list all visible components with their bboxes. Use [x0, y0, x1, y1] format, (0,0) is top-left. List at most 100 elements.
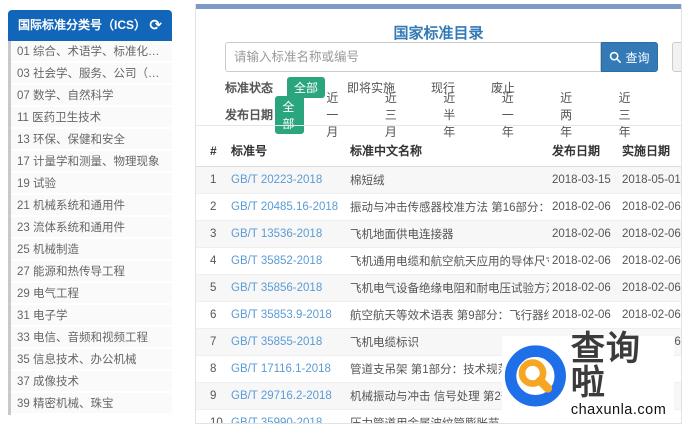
standard-name-cell: 飞机通用电缆和航空航天应用的导体尺寸…	[350, 256, 549, 268]
sidebar-list: 01 综合、术语学、标准化、文献03 社会学、服务、公司（企业）的…07 数学、…	[8, 41, 172, 415]
filter-divider	[196, 125, 681, 126]
sidebar-item[interactable]: 01 综合、术语学、标准化、文献	[11, 41, 172, 63]
publish-date-cell: 2018-02-06	[552, 282, 611, 294]
search-button-label: 查询	[625, 50, 650, 65]
publish-date-cell: 2018-02-06	[552, 309, 611, 321]
search-icon	[610, 51, 622, 63]
sidebar-item[interactable]: 29 电气工程	[11, 283, 172, 305]
sidebar-item[interactable]: 13 环保、保健和安全	[11, 129, 172, 151]
sidebar-item[interactable]: 25 机械制造	[11, 239, 172, 261]
standard-number-link[interactable]: GB/T 35990-2018	[231, 417, 322, 423]
filter-option[interactable]: 近三月	[378, 87, 414, 142]
implement-date-cell: 2018-02-06	[622, 309, 681, 321]
standard-number-cell: GB/T 20223-2018	[228, 167, 347, 194]
filter-row-date: 发布日期 全部 近一月 近三月 近半年 近一年 近两年 近三年	[225, 91, 670, 139]
row-index-cell: 2	[210, 201, 217, 213]
standard-name-cell: 飞机电气设备绝缘电阻和耐电压试验方法	[350, 283, 549, 295]
sidebar-item[interactable]: 39 精密机械、珠宝	[11, 393, 172, 415]
watermark: 查询啦 chaxunla.com	[502, 332, 674, 418]
sidebar-item[interactable]: 11 医药卫生技术	[11, 107, 172, 129]
sidebar-header: 国际标准分类号（ICS） ⟳	[8, 10, 172, 41]
sidebar-item[interactable]: 23 流体系统和通用件	[11, 217, 172, 239]
row-index-cell: 7	[210, 336, 217, 348]
sidebar-item[interactable]: 31 电子学	[11, 305, 172, 327]
row-index-cell: 4	[210, 255, 217, 267]
page-title: 国家标准目录	[393, 25, 484, 42]
filter-option[interactable]: 近一月	[319, 87, 355, 142]
standard-number-cell: GB/T 13536-2018	[228, 221, 347, 248]
standard-number-link[interactable]: GB/T 20485.16-2018	[231, 201, 338, 213]
table-row: 1 GB/T 20223-2018 棉短绒 2018-03-15 2018-05-01	[196, 166, 681, 194]
table-header-cell: 标准中文名称	[347, 135, 549, 167]
standard-number-cell: GB/T 17116.1-2018	[228, 356, 347, 383]
publish-date-cell: 2018-03-15	[552, 174, 611, 186]
filter-label: 发布日期	[225, 108, 274, 122]
implement-date-cell: 2018-05-01	[622, 174, 681, 186]
panel-top-accent	[196, 4, 681, 9]
advanced-search-button[interactable]: 高级查询	[672, 42, 681, 72]
standard-name-cell: 棉短绒	[350, 175, 385, 187]
table-header-cell: #	[196, 135, 228, 167]
standard-number-link[interactable]: GB/T 13536-2018	[231, 228, 322, 240]
standard-number-link[interactable]: GB/T 17116.1-2018	[231, 363, 331, 375]
standard-name-cell: 振动与冲击传感器校准方法 第16部分：地…	[350, 202, 549, 214]
standard-number-link[interactable]: GB/T 35853.9-2018	[231, 309, 332, 321]
implement-date-cell: 2018-02-06	[622, 255, 681, 267]
sidebar-title: 国际标准分类号（ICS）	[18, 18, 147, 32]
sidebar-item[interactable]: 35 信息技术、办公机械	[11, 349, 172, 371]
standard-number-cell: GB/T 35856-2018	[228, 275, 347, 302]
row-index-cell: 3	[210, 228, 217, 240]
filters: 标准状态 全部 即将实施 现行 废止 发布日期 全部 近一月 近三月 近半年 近一年 近两年 近三…	[225, 76, 670, 139]
standard-number-link[interactable]: GB/T 35852-2018	[231, 255, 322, 267]
standard-name-cell: 航空航天等效术语表 第9部分：飞行器结构	[350, 310, 549, 322]
table-row: 2 GB/T 20485.16-2018 振动与冲击传感器校准方法 第16部分：地……	[196, 193, 681, 221]
standard-number-cell: GB/T 20485.16-2018	[228, 194, 347, 221]
table-row: 4 GB/T 35852-2018 飞机通用电缆和航空航天应用的导体尺寸… 2018-…	[196, 247, 681, 275]
filter-option[interactable]: 全部	[275, 95, 305, 134]
standard-number-link[interactable]: GB/T 20223-2018	[231, 174, 322, 186]
standard-number-cell: GB/T 35853.9-2018	[228, 302, 347, 329]
implement-date-cell: 2018-02-06	[622, 201, 681, 213]
row-index-cell: 8	[210, 363, 217, 375]
implement-date-cell: 2018-02-06	[622, 228, 681, 240]
standard-name-cell: 飞机地面供电连接器	[350, 229, 454, 241]
filter-option[interactable]: 近三年	[612, 87, 648, 142]
search-button[interactable]: 查询	[601, 42, 658, 72]
publish-date-cell: 2018-02-06	[552, 201, 611, 213]
sidebar-item[interactable]: 37 成像技术	[11, 371, 172, 393]
standard-number-cell: GB/T 35852-2018	[228, 248, 347, 275]
standard-number-link[interactable]: GB/T 35856-2018	[231, 282, 322, 294]
row-index-cell: 1	[210, 174, 217, 186]
table-header-cell: 标准号	[228, 135, 347, 167]
sidebar-item[interactable]: 33 电信、音频和视频工程	[11, 327, 172, 349]
filter-options: 全部 近一月 近三月 近半年 近一年 近两年 近三年	[275, 87, 670, 142]
sidebar-item[interactable]: 07 数学、自然科学	[11, 85, 172, 107]
standard-number-link[interactable]: GB/T 35855-2018	[231, 336, 322, 348]
sidebar-item[interactable]: 17 计量学和测量、物理现象	[11, 151, 172, 173]
table-row: 6 GB/T 35853.9-2018 航空航天等效术语表 第9部分：飞行器结构 20…	[196, 301, 681, 329]
search-input[interactable]	[225, 42, 601, 72]
publish-date-cell: 2018-02-06	[552, 228, 611, 240]
standard-number-link[interactable]: GB/T 29716.2-2018	[231, 390, 332, 402]
filter-option[interactable]: 近两年	[553, 87, 589, 142]
sidebar-item[interactable]: 03 社会学、服务、公司（企业）的…	[11, 63, 172, 85]
refresh-icon[interactable]: ⟳	[149, 18, 162, 33]
watermark-text: 查询啦	[570, 330, 641, 402]
filter-option[interactable]: 近半年	[436, 87, 472, 142]
table-header-cell: 发布日期	[549, 135, 619, 167]
chaxunla-logo-icon	[504, 345, 566, 407]
implement-date-cell: 2018-02-06	[622, 282, 681, 294]
table-header-cell: 实施日期	[619, 135, 681, 167]
row-index-cell: 6	[210, 309, 217, 321]
table-row: 5 GB/T 35856-2018 飞机电气设备绝缘电阻和耐电压试验方法 2018-0…	[196, 274, 681, 302]
publish-date-cell: 2018-02-06	[552, 255, 611, 267]
standard-number-cell: GB/T 29716.2-2018	[228, 383, 347, 410]
watermark-domain: chaxunla.com	[570, 402, 667, 418]
table-header-row: # 标准号 标准中文名称 发布日期 实施日期	[196, 135, 681, 167]
sidebar-item[interactable]: 27 能源和热传导工程	[11, 261, 172, 283]
filter-option[interactable]: 近一年	[495, 87, 531, 142]
sidebar-item[interactable]: 21 机械系统和通用件	[11, 195, 172, 217]
sidebar-item[interactable]: 19 试验	[11, 173, 172, 195]
row-index-cell: 9	[210, 390, 217, 402]
ics-sidebar: 国际标准分类号（ICS） ⟳ 01 综合、术语学、标准化、文献 03 社会学、服务…	[8, 10, 172, 415]
